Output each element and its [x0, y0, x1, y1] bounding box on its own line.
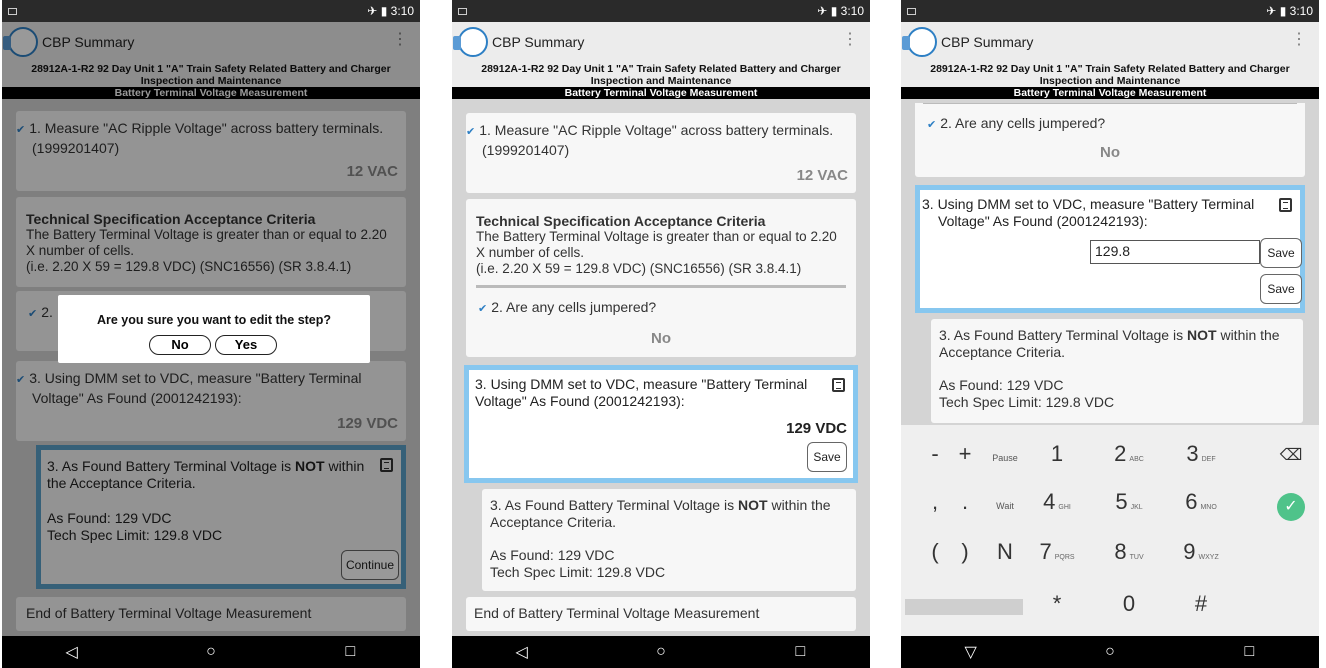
no-button[interactable]: No	[149, 335, 211, 355]
key-r4-1[interactable]: 0	[1099, 591, 1159, 617]
key-r4-0[interactable]: *	[1027, 591, 1087, 617]
step-2-answer: No	[651, 330, 671, 347]
phone-screen-3: ✈ ▮ 3:10 CBP Summary ⋮ 28912A-1-R2 92 Da…	[901, 0, 1319, 668]
app-header: CBP Summary ⋮	[452, 22, 870, 62]
key-r2-2[interactable]: Wait	[975, 489, 1035, 515]
checkmark-icon: ✔	[466, 126, 476, 138]
voltage-input[interactable]: 129.8	[1090, 240, 1260, 264]
step-card-3b[interactable]: 3. As Found Battery Terminal Voltage is …	[482, 489, 856, 591]
step-card-3-editing[interactable]: 3. Using DMM set to VDC, measure "Batter…	[915, 185, 1305, 313]
key-r2-4[interactable]: 5 JKL	[1099, 489, 1159, 515]
key-r1-2[interactable]: Pause	[975, 441, 1035, 467]
overflow-menu-icon[interactable]: ⋮	[1291, 32, 1307, 48]
airplane-icon: ✈	[817, 4, 828, 18]
status-bar: ✈ ▮ 3:10	[2, 0, 420, 22]
phone-screen-2: ✈ ▮ 3:10 CBP Summary ⋮ 28912A-1-R2 92 Da…	[452, 0, 870, 668]
step-2-text: 2. Are any cells jumpered?	[940, 115, 1106, 131]
battery-icon: ▮	[380, 4, 388, 18]
app-title: CBP Summary	[492, 34, 585, 50]
app-title: CBP Summary	[941, 34, 1034, 50]
criteria-note: (i.e. 2.20 X 59 = 129.8 VDC) (SNC16556) …	[476, 261, 802, 276]
tech-spec-limit: Tech Spec Limit: 129.8 VDC	[939, 394, 1115, 410]
section-title: Battery Terminal Voltage Measurement	[901, 87, 1319, 99]
step-card-2-with-criteria[interactable]: Technical Specification Acceptance Crite…	[466, 199, 856, 357]
save-button[interactable]: Save	[807, 442, 847, 472]
save-button-2[interactable]: Save	[1260, 274, 1302, 304]
overflow-menu-icon[interactable]: ⋮	[842, 32, 858, 48]
app-logo-icon[interactable]	[902, 27, 937, 57]
clock: 3:10	[390, 4, 414, 18]
as-found-value: As Found: 129 VDC	[490, 547, 615, 563]
criteria-text: The Battery Terminal Voltage is greater …	[476, 229, 837, 260]
nav-bar: ◁ ○ □	[452, 636, 870, 668]
notification-icon	[8, 7, 17, 15]
backspace-key[interactable]: ⌫	[1261, 445, 1319, 465]
step-3-text: 3. Using DMM set to VDC, measure "Batter…	[475, 376, 808, 409]
key-r2-5[interactable]: 6 MNO	[1171, 489, 1231, 515]
back-icon[interactable]: ◁	[502, 642, 542, 662]
step-card-2[interactable]: ✔ 2. Are any cells jumpered? No	[915, 103, 1305, 177]
notification-icon	[458, 7, 467, 15]
key-r3-4[interactable]: 8 TUV	[1099, 539, 1159, 565]
step-card-3b[interactable]: 3. As Found Battery Terminal Voltage is …	[931, 319, 1303, 423]
key-r1-5[interactable]: 3 DEF	[1171, 441, 1231, 467]
section-title: Battery Terminal Voltage Measurement	[452, 87, 870, 99]
criteria-title: Technical Specification Acceptance Crite…	[476, 213, 766, 229]
key-r3-5[interactable]: 9 WXYZ	[1171, 539, 1231, 565]
dialog-question: Are you sure you want to edit the step?	[96, 313, 332, 327]
key-r3-2[interactable]: N	[975, 539, 1035, 565]
battery-icon: ▮	[830, 4, 838, 18]
step-3-value: 129 VDC	[786, 420, 847, 437]
back-icon[interactable]: ◁	[52, 642, 92, 662]
key-r4-2[interactable]: #	[1171, 591, 1231, 617]
notes-icon[interactable]	[832, 378, 845, 392]
clock: 3:10	[840, 4, 864, 18]
nav-bar: ▽ ○ □	[901, 636, 1319, 668]
key-r1-4[interactable]: 2 ABC	[1099, 441, 1159, 467]
step-2-text: 2. Are any cells jumpered?	[491, 299, 657, 315]
checkmark-icon: ✔	[478, 303, 488, 315]
nav-bar: ◁ ○ □	[2, 636, 420, 668]
airplane-icon: ✈	[1266, 4, 1277, 18]
home-icon[interactable]: ○	[1090, 643, 1130, 661]
back-icon[interactable]: ▽	[951, 642, 991, 662]
checkmark-icon: ✔	[927, 119, 937, 131]
key-r1-3[interactable]: 1	[1027, 441, 1087, 467]
step-1-text: 1. Measure "AC Ripple Voltage" across ba…	[479, 122, 834, 158]
recents-icon[interactable]: □	[330, 643, 370, 661]
step-3-text: 3. Using DMM set to VDC, measure "Batter…	[922, 196, 1255, 229]
procedure-title: 28912A-1-R2 92 Day Unit 1 "A" Train Safe…	[901, 62, 1319, 87]
tech-spec-limit: Tech Spec Limit: 129.8 VDC	[490, 564, 666, 580]
clock: 3:10	[1289, 4, 1313, 18]
confirm-edit-dialog: Are you sure you want to edit the step? …	[58, 295, 370, 363]
notes-icon[interactable]	[1279, 198, 1292, 212]
app-header: CBP Summary ⋮	[901, 22, 1319, 62]
home-icon[interactable]: ○	[641, 643, 681, 661]
battery-icon: ▮	[1279, 4, 1287, 18]
step-2-answer: No	[1100, 144, 1120, 161]
save-button[interactable]: Save	[1260, 238, 1302, 268]
as-found-value: As Found: 129 VDC	[939, 377, 1064, 393]
key-r2-3[interactable]: 4 GHI	[1027, 489, 1087, 515]
space-key[interactable]	[905, 599, 1023, 615]
step-list[interactable]: ✔ 1. Measure "AC Ripple Voltage" across b…	[452, 103, 870, 636]
step-card-3-active[interactable]: 3. Using DMM set to VDC, measure "Batter…	[464, 365, 858, 483]
key-r3-3[interactable]: 7 PQRS	[1027, 539, 1087, 565]
numeric-keyboard[interactable]: - + Pause 1 2 ABC 3 DEF,. Wait 4 GHI 5 JKL 6 MNO() N 7 PQ…	[901, 425, 1319, 636]
step-card-1[interactable]: ✔ 1. Measure "AC Ripple Voltage" across b…	[466, 113, 856, 193]
airplane-icon: ✈	[367, 4, 378, 18]
recents-icon[interactable]: □	[780, 643, 820, 661]
end-of-section-card: End of Battery Terminal Voltage Measurem…	[466, 597, 856, 631]
notification-icon	[907, 7, 916, 15]
yes-button[interactable]: Yes	[215, 335, 277, 355]
procedure-title: 28912A-1-R2 92 Day Unit 1 "A" Train Safe…	[452, 62, 870, 87]
step-1-value: 12 VAC	[796, 167, 848, 184]
done-key[interactable]: ✓	[1261, 491, 1319, 521]
home-icon[interactable]: ○	[191, 643, 231, 661]
status-bar: ✈ ▮ 3:10	[901, 0, 1319, 22]
recents-icon[interactable]: □	[1229, 643, 1269, 661]
phone-screen-1: ✈ ▮ 3:10 CBP Summary ⋮ 28912A-1-R2 92 Da…	[2, 0, 420, 668]
status-bar: ✈ ▮ 3:10	[452, 0, 870, 22]
app-logo-icon[interactable]	[453, 27, 488, 57]
